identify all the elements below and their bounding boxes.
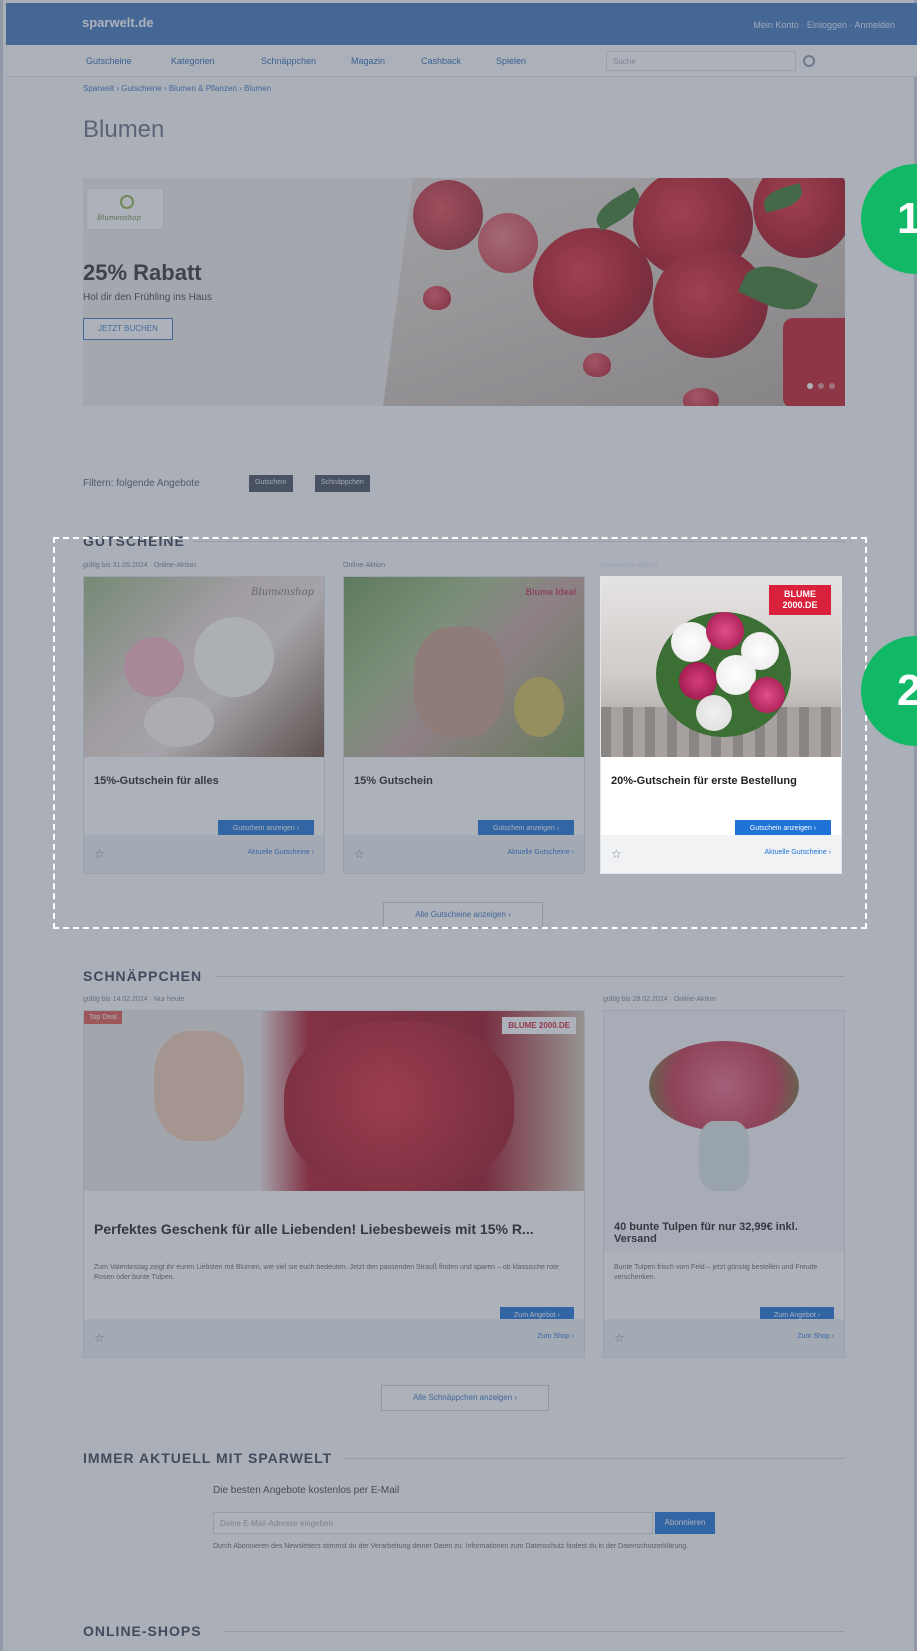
newsletter-note: Durch Abonnieren des Newsletters stimmst…: [213, 1543, 689, 1550]
deal-card[interactable]: 40 bunte Tulpen für nur 32,99€ inkl. Ver…: [603, 1010, 845, 1358]
shop-logo: Blumenshop: [86, 188, 164, 230]
filter-label: Filtern: folgende Angebote: [83, 478, 200, 489]
breadcrumb[interactable]: Sparwelt › Gutscheine › Blumen & Pflanze…: [83, 84, 271, 93]
section-divider: [215, 976, 845, 977]
shop-logo-text: BLUME 2000.DE: [502, 1017, 576, 1034]
deal-description: Bunte Tulpen frisch vom Feld – jetzt gün…: [614, 1264, 818, 1281]
hero-cta-button[interactable]: JETZT BUCHEN: [83, 318, 173, 340]
deal-description: Zum Valentinstag zeigt ihr euren Liebste…: [94, 1264, 559, 1281]
newsletter-email-input[interactable]: Deine E-Mail-Adresse eingeben: [213, 1512, 653, 1534]
section-divider: [343, 1458, 845, 1459]
nav-item-cashback[interactable]: Cashback: [421, 56, 461, 66]
top-deal-badge: Top Deal: [84, 1011, 122, 1024]
newsletter-subscribe-button[interactable]: Abonnieren: [655, 1512, 715, 1534]
hero-title: 25% Rabatt: [83, 260, 202, 285]
carousel-dot-2: [818, 383, 824, 389]
filter-chip-schnaeppchen[interactable]: Schnäppchen: [315, 475, 370, 492]
nav-item-magazin[interactable]: Magazin: [351, 56, 385, 66]
top-bar: sparwelt.de Mein Konto · Einloggen · Anm…: [6, 3, 917, 45]
online-shops-section-title: ONLINE-SHOPS: [83, 1623, 202, 1639]
hero-banner[interactable]: Blumenshop 25% Rabatt Hol dir den Frühli…: [83, 178, 845, 406]
account-links[interactable]: Mein Konto · Einloggen · Anmelden: [753, 20, 895, 30]
roses-photo: [383, 178, 845, 406]
star-icon[interactable]: ☆: [94, 1331, 105, 1345]
nav-item-schnaeppchen[interactable]: Schnäppchen: [261, 56, 316, 66]
deal-title[interactable]: 40 bunte Tulpen für nur 32,99€ inkl. Ver…: [614, 1221, 834, 1245]
newsletter-section-title: IMMER AKTUELL MIT SPARWELT: [83, 1450, 333, 1466]
carousel-dots[interactable]: [802, 376, 835, 394]
deal-meta: gültig bis 14.02.2024 · Nur heute: [83, 996, 185, 1003]
deal-title[interactable]: Perfektes Geschenk für alle Liebenden! L…: [94, 1221, 574, 1237]
card-footer: ☆ Zum Shop ›: [604, 1319, 844, 1357]
deal-card[interactable]: BLUME 2000.DE Top Deal Perfektes Geschen…: [83, 1010, 585, 1358]
page-title: Blumen: [83, 116, 165, 143]
filter-chip-gutschein[interactable]: Gutschein: [249, 475, 293, 492]
section-divider: [223, 1631, 845, 1632]
shop-link[interactable]: Zum Shop ›: [797, 1333, 834, 1340]
site-logo[interactable]: sparwelt.de: [82, 15, 154, 30]
hero-text-panel: Blumenshop 25% Rabatt Hol dir den Frühli…: [83, 178, 423, 406]
carousel-dot-3: [829, 383, 835, 389]
flower-icon: [120, 195, 134, 209]
carousel-dot-1: [807, 383, 813, 389]
all-deals-button[interactable]: Alle Schnäppchen anzeigen ›: [381, 1385, 549, 1411]
shop-logo-text: Blumenshop: [97, 214, 141, 222]
star-icon[interactable]: ☆: [614, 1331, 625, 1345]
search-input[interactable]: Suche: [606, 51, 796, 71]
card-footer: ☆ Zum Shop ›: [84, 1319, 584, 1357]
shop-link[interactable]: Zum Shop ›: [537, 1333, 574, 1340]
search-icon[interactable]: [803, 55, 815, 67]
hero-subtitle: Hol dir den Frühling ins Haus: [83, 292, 212, 303]
roses-photo: BLUME 2000.DE: [84, 1011, 584, 1191]
nav-item-spielen[interactable]: Spielen: [496, 56, 526, 66]
nav-item-gutscheine[interactable]: Gutscheine: [86, 56, 132, 66]
nav-item-kategorien[interactable]: Kategorien: [171, 56, 215, 66]
tulips-photo: [604, 1011, 844, 1251]
schnaeppchen-section-title: SCHNÄPPCHEN: [83, 968, 203, 984]
highlight-frame: [53, 537, 867, 929]
deal-meta: gültig bis 28.02.2024 · Online-Aktion: [603, 996, 716, 1003]
main-navigation: Gutscheine Kategorien Schnäppchen Magazi…: [6, 45, 917, 77]
newsletter-label: Die besten Angebote kostenlos per E-Mail: [213, 1485, 400, 1496]
